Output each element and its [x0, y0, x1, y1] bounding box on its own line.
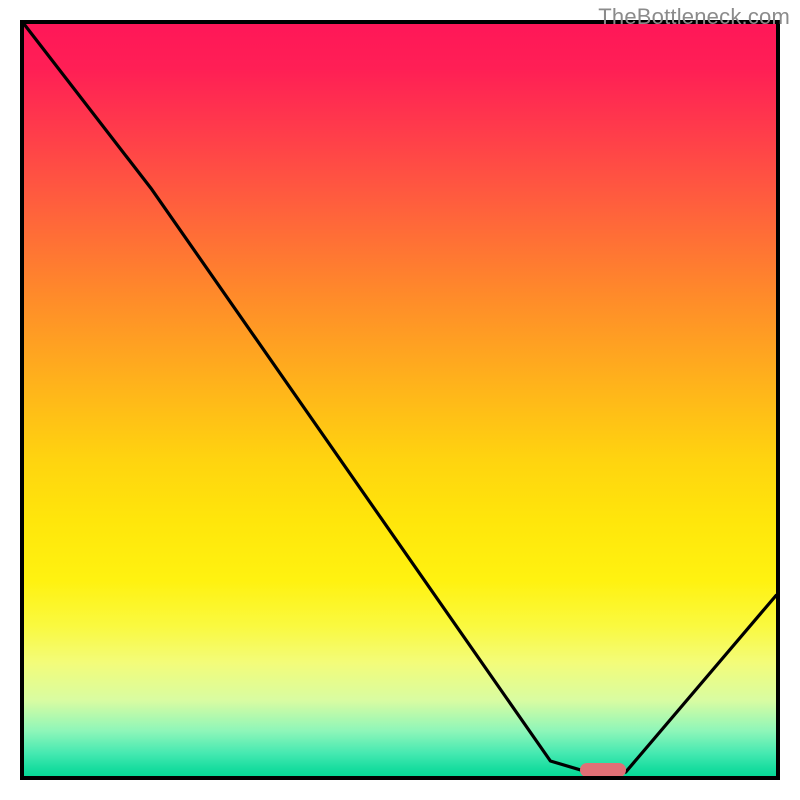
optimal-range-marker [580, 763, 625, 776]
bottleneck-curve [24, 24, 776, 772]
attribution-text: TheBottleneck.com [598, 4, 790, 30]
curve-svg [24, 24, 776, 776]
plot-area [24, 24, 776, 776]
chart-container: TheBottleneck.com [0, 0, 800, 800]
